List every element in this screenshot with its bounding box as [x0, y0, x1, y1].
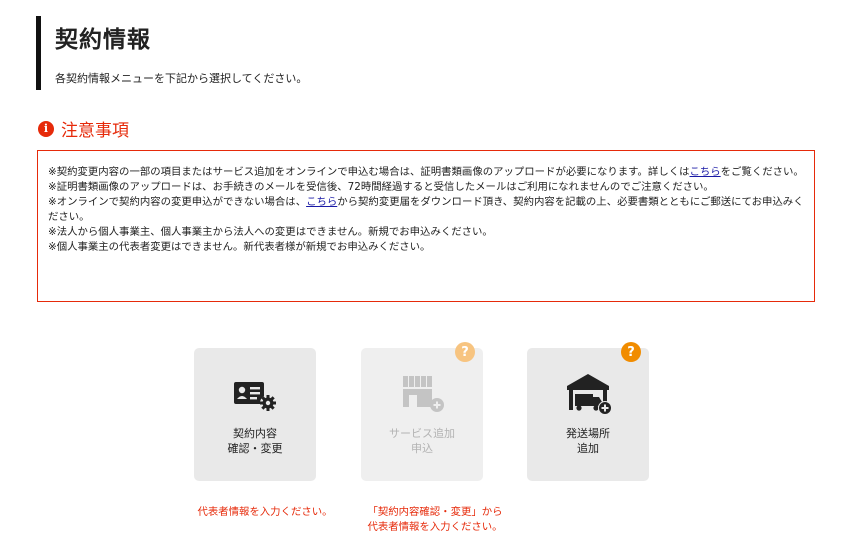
- help-icon[interactable]: ?: [455, 342, 475, 362]
- service-warning: 「契約内容確認・変更」から 代表者情報を入力ください。: [345, 505, 525, 535]
- label-line: 追加: [577, 442, 599, 455]
- notice-text: ※契約変更内容の一部の項目またはサービス追加をオンラインで申込む場合は、証明書類…: [48, 166, 690, 178]
- notice-line-1: ※契約変更内容の一部の項目またはサービス追加をオンラインで申込む場合は、証明書類…: [48, 165, 804, 180]
- notice-heading-label: 注意事項: [61, 121, 129, 141]
- label-line: 申込: [411, 442, 433, 455]
- label-line: 契約内容: [233, 427, 277, 440]
- truck-garage-add-icon: [567, 374, 612, 415]
- notice-line-3: ※オンラインで契約内容の変更申込ができない場合は、こちらから契約変更届をダウンロ…: [48, 195, 804, 225]
- contract-change-label: 契約内容 確認・変更: [194, 426, 316, 456]
- notice-line-4: ※法人から個人事業主、個人事業主から法人への変更はできません。新規でお申込みくだ…: [48, 226, 493, 238]
- storefront-add-icon: [403, 376, 444, 412]
- shipping-add-button[interactable]: ? 発送場所 追加: [527, 342, 649, 481]
- help-icon[interactable]: ?: [621, 342, 641, 362]
- download-form-link[interactable]: こちら: [306, 196, 337, 208]
- id-card-gear-icon: [234, 382, 276, 411]
- notice-heading: i 注意事項: [38, 116, 129, 141]
- title-block: 契約情報 各契約情報メニューを下記から選択してください。: [36, 16, 307, 90]
- notice-box: ※契約変更内容の一部の項目またはサービス追加をオンラインで申込む場合は、証明書類…: [37, 150, 815, 302]
- label-line: 発送場所: [566, 427, 610, 440]
- info-icon: i: [38, 120, 54, 137]
- details-link[interactable]: こちら: [690, 166, 721, 178]
- service-add-button[interactable]: ? サービス追加 申込: [361, 342, 483, 481]
- label-line: サービス追加: [389, 427, 455, 440]
- warning-line: 代表者情報を入力ください。: [367, 521, 503, 533]
- service-add-label: サービス追加 申込: [361, 426, 483, 456]
- notice-text: をご覧ください。: [720, 166, 804, 178]
- notice-text: ※オンラインで契約内容の変更申込ができない場合は、: [48, 196, 307, 208]
- shipping-add-label: 発送場所 追加: [527, 426, 649, 456]
- contract-warning: 代表者情報を入力ください。: [197, 506, 333, 518]
- page-subtitle: 各契約情報メニューを下記から選択してください。: [55, 72, 308, 85]
- page-title: 契約情報: [55, 27, 151, 53]
- notice-line-2: ※証明書類画像のアップロードは、お手続きのメールを受信後、72時間経過すると受信…: [48, 181, 714, 193]
- contract-change-button[interactable]: 契約内容 確認・変更: [194, 348, 316, 481]
- warning-line: 「契約内容確認・変更」から: [367, 506, 503, 518]
- label-line: 確認・変更: [227, 442, 283, 455]
- notice-line-5: ※個人事業主の代表者変更はできません。新代表者様が新規でお申込みください。: [48, 241, 431, 253]
